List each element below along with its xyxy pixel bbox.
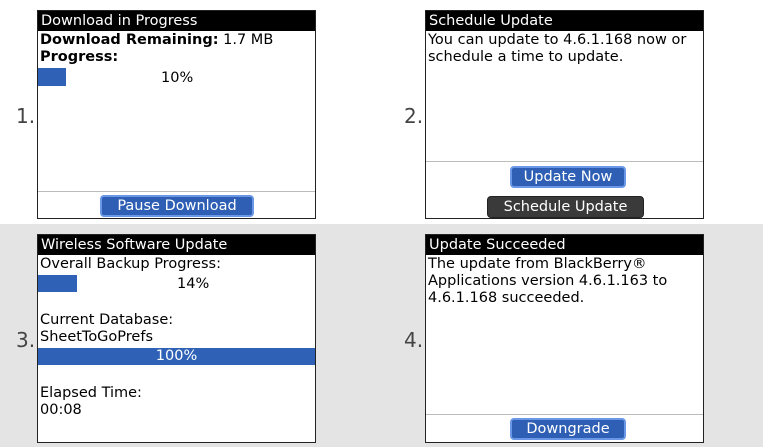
download-in-progress-screen: Download in Progress Download Remaining:… bbox=[37, 10, 316, 219]
pause-download-button[interactable]: Pause Download bbox=[100, 195, 254, 217]
backup-progress-percent: 14% bbox=[177, 276, 210, 292]
step-number: 1. bbox=[16, 104, 36, 128]
downgrade-button[interactable]: Downgrade bbox=[510, 418, 626, 440]
current-database-label: Current Database: bbox=[40, 312, 174, 328]
database-progress-percent: 100% bbox=[155, 348, 198, 364]
download-progress-bar bbox=[38, 68, 66, 86]
download-remaining-line: Download Remaining: 1.7 MB bbox=[40, 32, 313, 49]
database-progress-bar: 100% bbox=[38, 348, 315, 365]
schedule-update-button[interactable]: Schedule Update bbox=[487, 196, 644, 218]
step-number: 2. bbox=[404, 104, 424, 128]
step-number: 3. bbox=[16, 328, 36, 352]
download-progress-percent: 10% bbox=[161, 70, 194, 86]
step-number: 4. bbox=[404, 328, 424, 352]
screen-title: Download in Progress bbox=[38, 11, 315, 31]
screen-title: Wireless Software Update bbox=[38, 235, 315, 255]
divider bbox=[38, 191, 315, 192]
current-database-value: SheetToGoPrefs bbox=[40, 329, 154, 345]
download-remaining-value: 1.7 MB bbox=[223, 32, 274, 48]
backup-progress-label: Overall Backup Progress: bbox=[40, 256, 221, 272]
elapsed-time-value: 00:08 bbox=[40, 402, 82, 418]
divider bbox=[426, 161, 703, 162]
update-now-button[interactable]: Update Now bbox=[510, 166, 626, 188]
schedule-update-screen: Schedule Update You can update to 4.6.1.… bbox=[425, 10, 704, 219]
schedule-update-message: You can update to 4.6.1.168 now or sched… bbox=[428, 32, 687, 65]
screen-title: Update Succeeded bbox=[426, 235, 703, 255]
screen-title: Schedule Update bbox=[426, 11, 703, 31]
backup-progress-bar bbox=[38, 275, 77, 292]
progress-label: Progress: bbox=[40, 49, 119, 65]
wireless-software-update-screen: Wireless Software Update Overall Backup … bbox=[37, 234, 316, 443]
update-succeeded-screen: Update Succeeded The update from BlackBe… bbox=[425, 234, 704, 443]
elapsed-time-label: Elapsed Time: bbox=[40, 385, 142, 401]
update-succeeded-message: The update from BlackBerry® Applications… bbox=[428, 256, 668, 306]
divider bbox=[426, 414, 703, 415]
download-remaining-label: Download Remaining: bbox=[40, 32, 219, 48]
